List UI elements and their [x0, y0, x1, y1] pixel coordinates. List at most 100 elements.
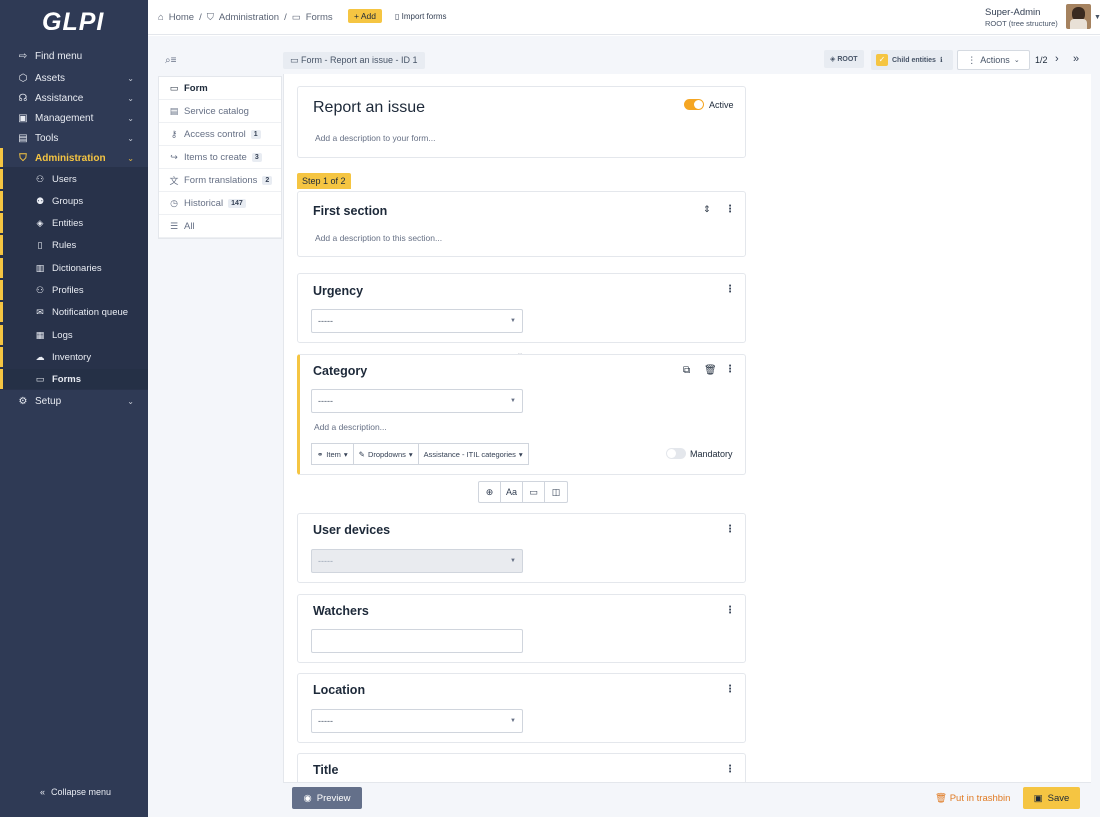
add-comment-icon[interactable]: Aa: [501, 482, 523, 502]
history-icon: ◷: [170, 197, 178, 208]
mandatory-toggle[interactable]: [666, 448, 686, 459]
sidebar-sub-rules[interactable]: ▯ Rules: [0, 235, 148, 255]
sidebar-item-setup[interactable]: ⚙ Setup ⌄: [0, 391, 148, 411]
kebab-icon[interactable]: ⋮: [725, 284, 735, 295]
root-entity-badge[interactable]: ◈ ROOT: [824, 50, 864, 68]
trash-icon[interactable]: 🗑: [704, 365, 717, 376]
tab-historical[interactable]: ◷ Historical 147: [159, 192, 281, 215]
watchers-input[interactable]: [311, 629, 523, 653]
sidebar-item-administration[interactable]: ⛉ Administration ⌄: [0, 148, 148, 168]
search-filter-icon[interactable]: ⌕≡: [165, 55, 176, 66]
collapse-menu-button[interactable]: «Collapse menu: [40, 787, 111, 797]
add-element-toolbar: ⊕ Aa ▭ ◫: [478, 481, 568, 503]
question-subtype-dropdown[interactable]: ✎ Dropdowns ▾: [353, 443, 419, 465]
sidebar-sub-entities[interactable]: ◈ Entities: [0, 213, 148, 233]
question-card-active[interactable]: Category ⧉ 🗑 ⋮ ----- ▼ Add a description.…: [297, 354, 746, 475]
toolbox-icon: ▤: [18, 132, 28, 144]
trashbin-button[interactable]: 🗑 Put in trashbin: [935, 793, 1010, 804]
forms-icon: ▭: [291, 12, 301, 23]
home-icon: ⌂: [158, 12, 164, 23]
urgency-select[interactable]: ----- ▼: [311, 309, 523, 333]
layers-icon: ◈: [36, 217, 44, 228]
sidebar-sub-groups[interactable]: ⚉ Groups: [0, 191, 148, 211]
form-title[interactable]: Report an issue: [313, 99, 425, 117]
sidebar-sub-notification-queue[interactable]: ✉ Notification queue: [0, 302, 148, 322]
tab-access-control[interactable]: ⚷ Access control 1: [159, 123, 281, 146]
stack-icon: ☰: [169, 220, 179, 231]
tab-form[interactable]: ▭ Form: [159, 77, 281, 100]
kebab-icon[interactable]: ⋮: [725, 764, 735, 775]
sidebar-sub-forms[interactable]: ▭ Forms: [0, 369, 148, 389]
catalog-icon: ▤: [169, 105, 179, 116]
breadcrumb-administration[interactable]: Administration: [219, 12, 279, 23]
tab-all[interactable]: ☰ All: [159, 215, 281, 238]
next-icon[interactable]: ›: [1055, 53, 1059, 65]
tab-service-catalog[interactable]: ▤ Service catalog: [159, 100, 281, 123]
sidebar-item-management[interactable]: ▣ Management ⌄: [0, 108, 148, 128]
question-card[interactable]: Urgency ⋮ ----- ▼: [297, 273, 746, 343]
category-select[interactable]: ----- ▼: [311, 389, 523, 413]
find-menu[interactable]: ⇨ Find menu: [0, 46, 148, 66]
section-title[interactable]: First section: [313, 204, 387, 218]
chevron-down-icon: ⌄: [127, 396, 134, 406]
preview-button[interactable]: ◉ Preview: [292, 787, 362, 809]
kebab-icon[interactable]: ⋮: [725, 204, 735, 215]
chevron-down-icon[interactable]: ▼: [1094, 14, 1100, 21]
question-card[interactable]: Location ⋮ ----- ▼: [297, 673, 746, 743]
breadcrumb-forms[interactable]: Forms: [306, 12, 333, 23]
sidebar-sub-dictionaries[interactable]: ▥ Dictionaries: [0, 258, 148, 278]
avatar[interactable]: [1066, 4, 1091, 29]
kebab-icon[interactable]: ⋮: [725, 684, 735, 695]
kebab-icon[interactable]: ⋮: [725, 364, 735, 375]
sidebar-sub-inventory[interactable]: ☁ Inventory: [0, 347, 148, 367]
question-title[interactable]: Title: [313, 763, 338, 777]
add-section-icon[interactable]: ▭: [523, 482, 545, 502]
child-entities-toggle[interactable]: ✓ Child entities ℹ: [871, 50, 953, 70]
question-description[interactable]: Add a description...: [314, 422, 387, 432]
check-icon: ✓: [876, 54, 888, 66]
actions-button[interactable]: ⋮ Actions ⌄: [957, 50, 1030, 70]
box-icon: ⬡: [18, 72, 28, 84]
itemtype-dropdown[interactable]: Assistance - ITIL categories ▾: [418, 443, 529, 465]
sidebar-item-tools[interactable]: ▤ Tools ⌄: [0, 128, 148, 148]
user-check-icon: ⚇: [35, 284, 45, 295]
kebab-icon[interactable]: ⋮: [725, 524, 735, 535]
user-menu[interactable]: Super-Admin ROOT (tree structure): [985, 7, 1058, 29]
collapse-icon[interactable]: ⇕: [703, 204, 711, 215]
question-title[interactable]: Watchers: [313, 604, 369, 618]
copy-icon[interactable]: ⧉: [683, 365, 690, 376]
question-card[interactable]: Watchers ⋮: [297, 594, 746, 663]
glpi-logo[interactable]: GLPI: [42, 8, 104, 37]
question-type-dropdown[interactable]: ⚭ Item ▾: [311, 443, 354, 465]
form-description[interactable]: Add a description to your form...: [315, 133, 435, 143]
sidebar-item-assistance[interactable]: ☊ Assistance ⌄: [0, 88, 148, 108]
save-button[interactable]: ▣ Save: [1023, 787, 1080, 809]
import-forms-link[interactable]: ▯ Import forms: [395, 12, 447, 21]
tab-form-translations[interactable]: 文 Form translations 2: [159, 169, 281, 192]
chevron-down-icon: ⌄: [127, 73, 134, 83]
sidebar-item-assets[interactable]: ⬡ Assets ⌄: [0, 68, 148, 88]
briefcase-icon: ▣: [18, 112, 28, 124]
question-card[interactable]: User devices ⋮ ----- ▼: [297, 513, 746, 583]
sidebar-sub-logs[interactable]: ▦ Logs: [0, 325, 148, 345]
question-title[interactable]: User devices: [313, 523, 390, 537]
breadcrumb-home[interactable]: Home: [169, 12, 194, 23]
sidebar-sub-users[interactable]: ⚇ Users: [0, 169, 148, 189]
add-column-icon[interactable]: ◫: [545, 482, 567, 502]
question-title[interactable]: Category: [313, 364, 367, 378]
location-select[interactable]: ----- ▼: [311, 709, 523, 733]
sidebar-sub-profiles[interactable]: ⚇ Profiles: [0, 280, 148, 300]
tab-items-to-create[interactable]: ↪ Items to create 3: [159, 146, 281, 169]
question-title[interactable]: Location: [313, 683, 365, 697]
chevron-down-icon: ⌄: [127, 153, 134, 163]
kebab-icon[interactable]: ⋮: [725, 605, 735, 616]
last-icon[interactable]: »: [1073, 53, 1079, 65]
question-title[interactable]: Urgency: [313, 284, 363, 298]
section-description[interactable]: Add a description to this section...: [315, 233, 442, 243]
add-question-icon[interactable]: ⊕: [479, 482, 501, 502]
kebab-icon: ⋮: [967, 54, 977, 65]
active-toggle[interactable]: [684, 99, 704, 110]
user-devices-select[interactable]: ----- ▼: [311, 549, 523, 573]
key-icon: ⚷: [170, 128, 178, 139]
add-button[interactable]: + Add: [348, 9, 382, 23]
